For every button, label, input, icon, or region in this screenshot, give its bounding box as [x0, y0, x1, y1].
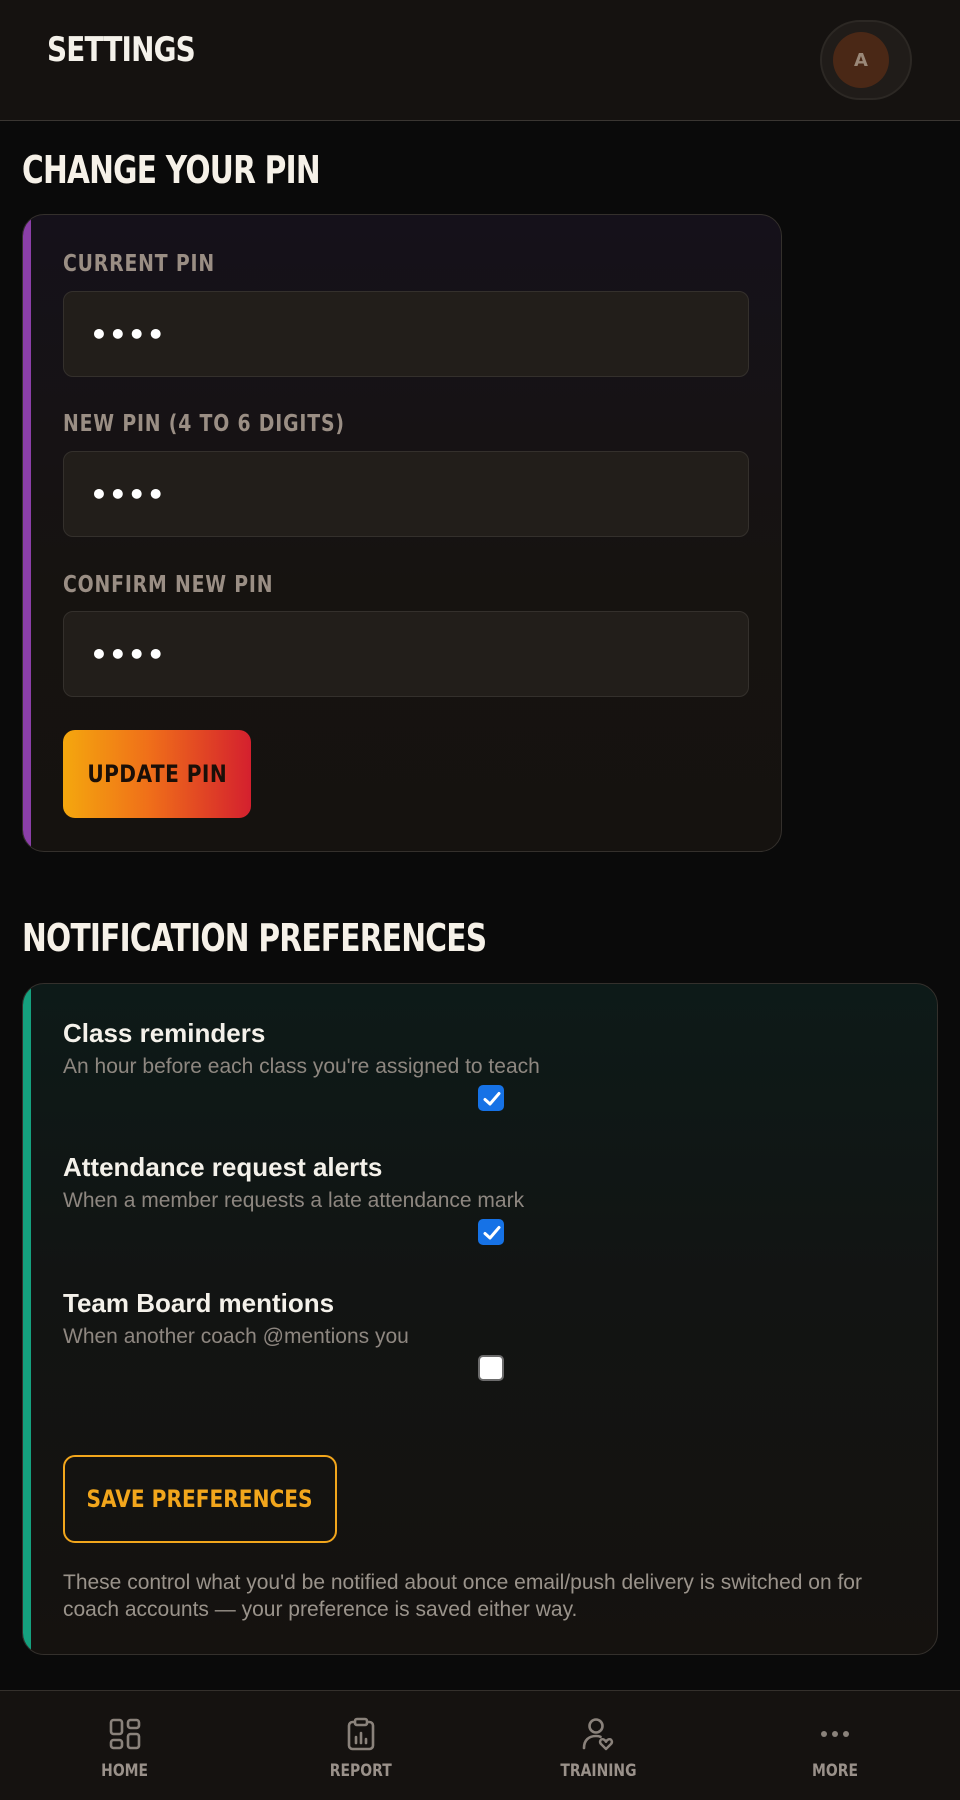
nav-report[interactable]: REPORT: [291, 1691, 431, 1800]
pref-team-board-desc: When another coach @mentions you: [63, 1325, 409, 1348]
nav-home[interactable]: HOME: [55, 1691, 195, 1800]
nav-home-label: HOME: [101, 1761, 149, 1781]
pref-class-reminders-title: Class reminders: [63, 1018, 266, 1048]
attendance-alerts-checkbox[interactable]: [478, 1219, 504, 1245]
pref-attendance-alerts-title: Attendance request alerts: [63, 1152, 383, 1182]
pref-team-board-title: Team Board mentions: [63, 1288, 335, 1318]
check-icon: [483, 1092, 501, 1106]
update-pin-label: UPDATE PIN: [87, 760, 227, 788]
notification-section-title: NOTIFICATION PREFERENCES: [22, 916, 487, 960]
nav-training-label: TRAINING: [559, 1761, 637, 1781]
nav-more-label: MORE: [812, 1761, 858, 1781]
bottom-nav: HOME REPORT TRAINING MORE: [0, 1690, 960, 1800]
pin-card: CURRENT PIN NEW PIN (4 TO 6 DIGITS) CONF…: [22, 214, 782, 852]
pin-card-accent: [23, 215, 31, 851]
user-heart-icon: [582, 1718, 614, 1751]
update-pin-button[interactable]: UPDATE PIN: [63, 730, 251, 818]
notification-card-accent: [23, 984, 31, 1654]
more-dots-icon: [821, 1731, 849, 1737]
check-icon: [483, 1226, 501, 1240]
confirm-pin-input[interactable]: [63, 611, 749, 697]
current-pin-input[interactable]: [63, 291, 749, 377]
nav-report-label: REPORT: [330, 1761, 392, 1781]
save-preferences-button[interactable]: SAVE PREFERENCES: [63, 1455, 337, 1543]
new-pin-label: NEW PIN (4 TO 6 DIGITS): [63, 411, 345, 437]
pref-attendance-alerts-desc: When a member requests a late attendance…: [63, 1189, 525, 1212]
team-board-checkbox[interactable]: [478, 1355, 504, 1381]
confirm-pin-label: CONFIRM NEW PIN: [63, 572, 274, 598]
pref-class-reminders-desc: An hour before each class you're assigne…: [63, 1055, 540, 1078]
nav-training[interactable]: TRAINING: [528, 1691, 668, 1800]
preferences-footnote: These control what you'd be notified abo…: [63, 1571, 862, 1621]
app-header: SETTINGS A: [0, 0, 960, 121]
pin-section-title: CHANGE YOUR PIN: [22, 148, 321, 192]
notification-card: Class reminders An hour before each clas…: [22, 983, 938, 1655]
page-title: SETTINGS: [47, 30, 196, 70]
grid-icon: [109, 1718, 141, 1750]
nav-more[interactable]: MORE: [765, 1691, 905, 1800]
clipboard-icon: [347, 1717, 375, 1751]
avatar[interactable]: A: [833, 32, 889, 88]
current-pin-label: CURRENT PIN: [63, 251, 215, 277]
class-reminders-checkbox[interactable]: [478, 1085, 504, 1111]
new-pin-input[interactable]: [63, 451, 749, 537]
save-preferences-label: SAVE PREFERENCES: [86, 1485, 314, 1513]
